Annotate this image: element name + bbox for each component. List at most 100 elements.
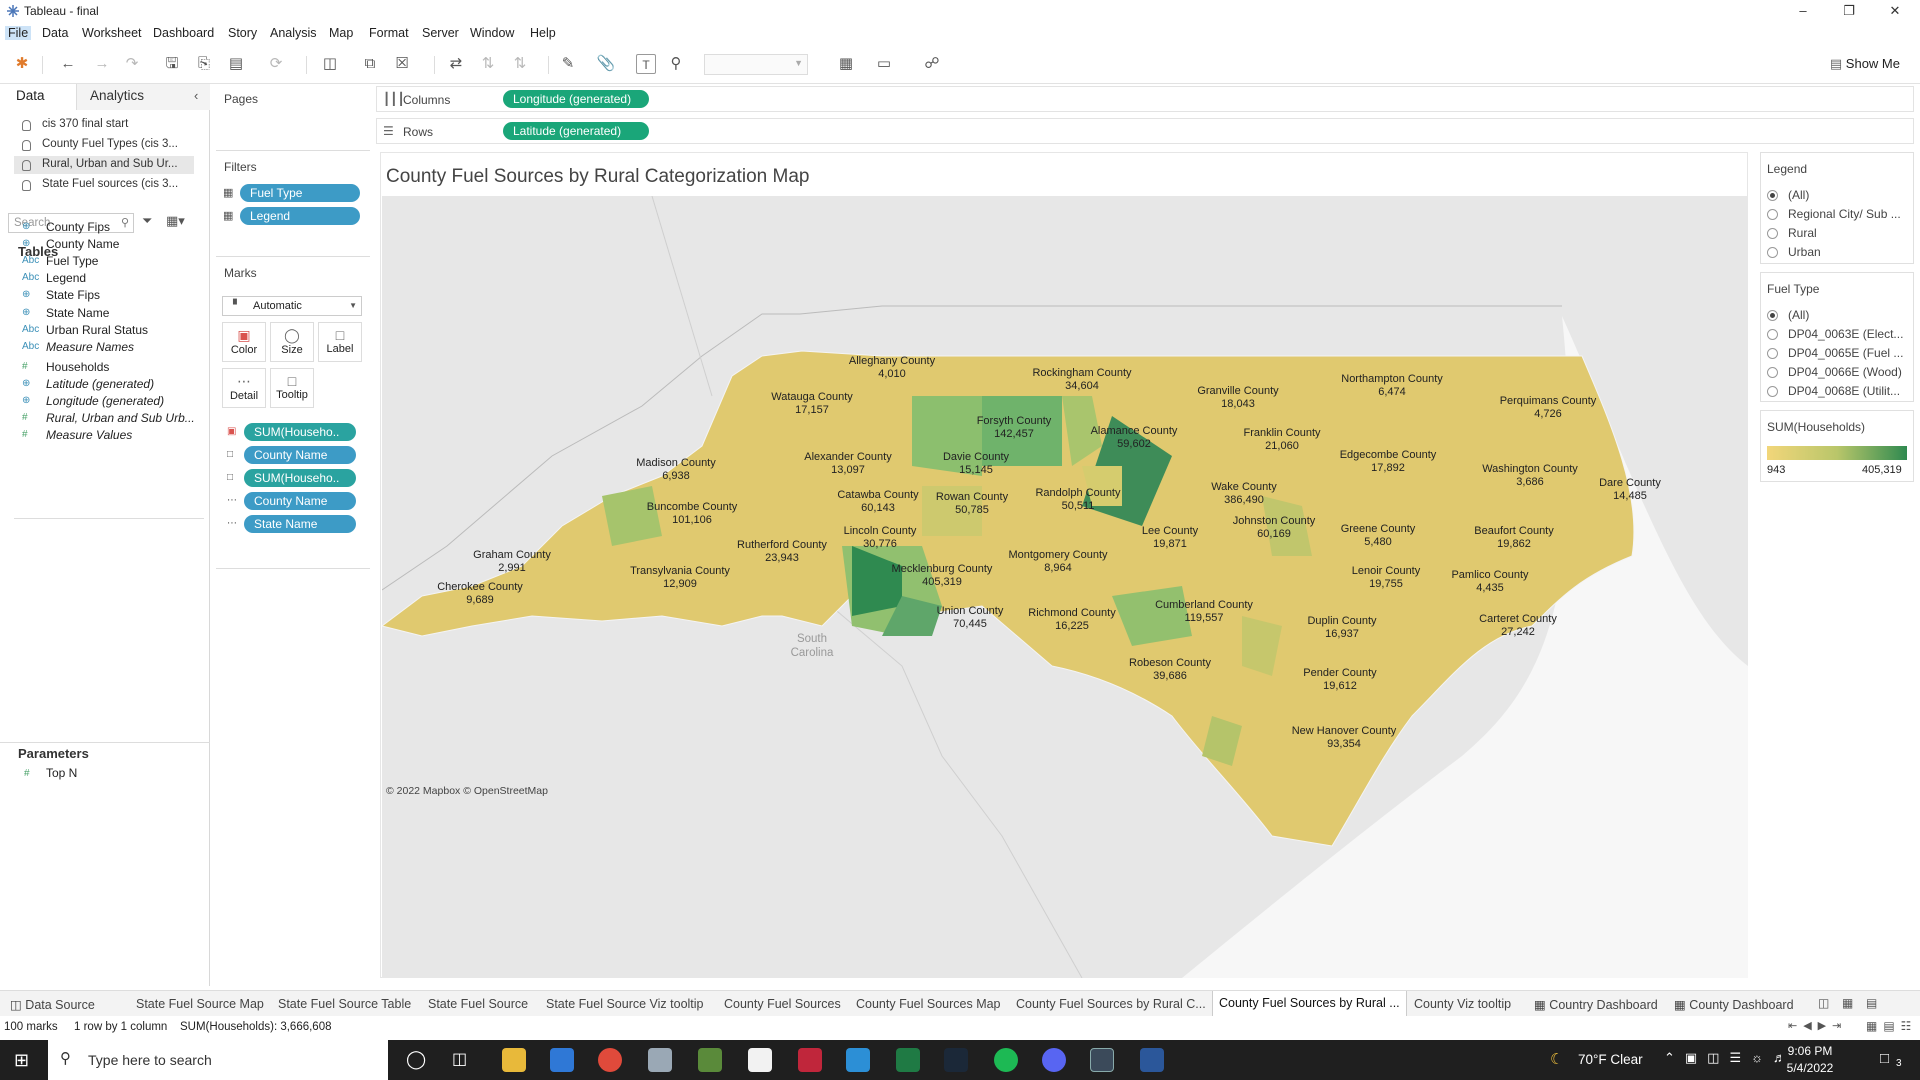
menu-help[interactable]: Help [530, 26, 556, 40]
fuel-type-option[interactable]: DP04_0068E (Utilit... [1788, 384, 1900, 398]
minecraft-icon[interactable] [698, 1048, 722, 1072]
sheet-tab[interactable]: ▦ Country Dashboard [1534, 997, 1658, 1012]
sheet-tab[interactable]: State Fuel Source Viz tooltip [546, 997, 704, 1011]
minimize-button[interactable]: – [1780, 0, 1826, 22]
mail-icon[interactable] [550, 1048, 574, 1072]
mark-pill-detail[interactable]: County Name [244, 492, 356, 510]
group-icon[interactable]: 📎 [596, 54, 616, 74]
pages-shelf[interactable]: Pages [216, 86, 370, 148]
menu-map[interactable]: Map [329, 26, 353, 40]
field-item[interactable]: Legend [46, 271, 86, 285]
color-button[interactable]: ▣ Color [222, 322, 266, 362]
notification-icon[interactable]: □ [1880, 1050, 1889, 1067]
new-worksheet-tab-icon[interactable]: ◫ [1818, 996, 1829, 1010]
word-icon[interactable] [1140, 1048, 1164, 1072]
show-me-button[interactable]: ▤ Show Me [1830, 56, 1900, 72]
datasource-item[interactable]: State Fuel sources (cis 3... [42, 178, 178, 190]
new-datasource-icon[interactable]: ⎘ [194, 54, 214, 74]
field-item[interactable]: Measure Values [46, 428, 132, 442]
fuel-type-radio[interactable] [1767, 310, 1778, 321]
fuel-type-option[interactable]: DP04_0065E (Fuel ... [1788, 346, 1903, 360]
field-item[interactable]: Rural, Urban and Sub Urb... [46, 411, 195, 425]
mark-pill-label[interactable]: SUM(Househo.. [244, 469, 356, 487]
sort-asc-icon[interactable]: ⇅ [478, 54, 498, 74]
label-button[interactable]: □ Label [318, 322, 362, 362]
filters-shelf[interactable]: Filters ▦ Fuel Type ▦ Legend [216, 154, 370, 250]
rows-shelf[interactable]: ☰ Rows Latitude (generated) [376, 118, 1914, 144]
mark-pill-color[interactable]: SUM(Househo.. [244, 423, 356, 441]
app-y-icon[interactable] [798, 1048, 822, 1072]
field-item[interactable]: Fuel Type [46, 254, 98, 268]
duplicate-sheet-icon[interactable]: ⧉ [360, 54, 380, 74]
view-options-icon[interactable]: ▦▾ [166, 213, 185, 229]
datasource-item[interactable]: County Fuel Types (cis 3... [42, 138, 178, 150]
menu-data[interactable]: Data [42, 26, 68, 40]
sheet-tab[interactable]: County Fuel Sources Map [856, 997, 1001, 1011]
tooltip-button[interactable]: □ Tooltip [270, 368, 314, 408]
menu-analysis[interactable]: Analysis [270, 26, 317, 40]
county-map[interactable]: Alleghany County4,010 Rockingham County34… [382, 196, 1748, 978]
parameter-top-n[interactable]: Top N [46, 766, 77, 780]
fuel-type-radio[interactable] [1767, 348, 1778, 359]
sheet-tab[interactable]: County Fuel Sources by Rural ... [1212, 991, 1407, 1017]
cortana-icon[interactable]: ◯ [406, 1049, 426, 1070]
menu-format[interactable]: Format [369, 26, 409, 40]
legend-option[interactable]: (All) [1788, 188, 1809, 202]
field-item[interactable]: Latitude (generated) [46, 377, 154, 391]
app-icon[interactable] [648, 1048, 672, 1072]
fuel-type-option[interactable]: (All) [1788, 308, 1809, 322]
task-view-icon[interactable]: ◫ [452, 1049, 467, 1069]
menu-file[interactable]: File [5, 26, 32, 40]
fuel-type-radio[interactable] [1767, 367, 1778, 378]
save-icon[interactable]: 🖫 [162, 54, 182, 74]
menu-server[interactable]: Server [422, 26, 459, 40]
field-item[interactable]: County Name [46, 237, 119, 251]
sort-desc-icon[interactable]: ⇅ [510, 54, 530, 74]
filter-icon[interactable]: ⏷ [142, 213, 152, 229]
sheet-navigation-icons[interactable]: ⇤◀▶⇥ [1788, 1019, 1847, 1032]
file-explorer-icon[interactable] [502, 1048, 526, 1072]
weather-text[interactable]: 70°F Clear [1578, 1052, 1643, 1067]
legend-radio[interactable] [1767, 209, 1778, 220]
mark-type-dropdown[interactable]: ▘ Automatic ▼ [222, 296, 362, 316]
menu-dashboard[interactable]: Dashboard [153, 26, 214, 40]
view-mode-icons[interactable]: ▦▤☷ [1866, 1019, 1917, 1033]
fuel-type-radio[interactable] [1767, 386, 1778, 397]
new-story-tab-icon[interactable]: ▤ [1866, 996, 1877, 1010]
taskbar-search-input[interactable]: Type here to search [88, 1052, 212, 1068]
fuel-type-radio[interactable] [1767, 329, 1778, 340]
field-item[interactable]: State Fips [46, 288, 100, 302]
datasource-item-selected[interactable]: Rural, Urban and Sub Ur... [42, 158, 178, 170]
discord-icon[interactable] [1042, 1048, 1066, 1072]
columns-shelf[interactable]: ┃┃┃ Columns Longitude (generated) [376, 86, 1914, 112]
sheet-tab[interactable]: State Fuel Source [428, 997, 528, 1011]
field-item[interactable]: Households [46, 360, 109, 374]
detail-button[interactable]: ⋯ Detail [222, 368, 266, 408]
menu-story[interactable]: Story [228, 26, 257, 40]
county-buncombe[interactable] [602, 486, 662, 546]
sheet-tab[interactable]: State Fuel Source Table [278, 997, 411, 1011]
mark-pill-label[interactable]: County Name [244, 446, 356, 464]
fit-dropdown[interactable]: ▼ [704, 54, 808, 75]
search-input[interactable]: Search [14, 217, 50, 229]
new-dashboard-tab-icon[interactable]: ▦ [1842, 996, 1853, 1010]
pin-axes-icon[interactable]: ⚲ [666, 54, 686, 74]
presentation-icon[interactable]: ▭ [874, 54, 894, 74]
fuel-type-option[interactable]: DP04_0066E (Wood) [1788, 365, 1902, 379]
size-button[interactable]: ◯ Size [270, 322, 314, 362]
swap-icon[interactable]: ⇄ [446, 54, 466, 74]
legend-radio[interactable] [1767, 247, 1778, 258]
mark-pill-detail[interactable]: State Name [244, 515, 356, 533]
notepad-icon[interactable] [748, 1048, 772, 1072]
menu-window[interactable]: Window [470, 26, 514, 40]
sheet-tab[interactable]: County Fuel Sources by Rural C... [1016, 997, 1206, 1011]
replay-icon[interactable]: ↷ [122, 54, 142, 74]
windows-start-icon[interactable]: ⊞ [14, 1050, 29, 1071]
sheet-tab[interactable]: State Fuel Source Map [136, 997, 264, 1011]
vscode-icon[interactable] [846, 1048, 870, 1072]
tab-data[interactable]: Data [16, 88, 45, 103]
tableau-taskbar-icon[interactable] [1090, 1048, 1114, 1072]
legend-radio[interactable] [1767, 228, 1778, 239]
sheet-tab[interactable]: ▦ County Dashboard [1674, 997, 1794, 1012]
close-button[interactable]: ✕ [1872, 0, 1918, 22]
